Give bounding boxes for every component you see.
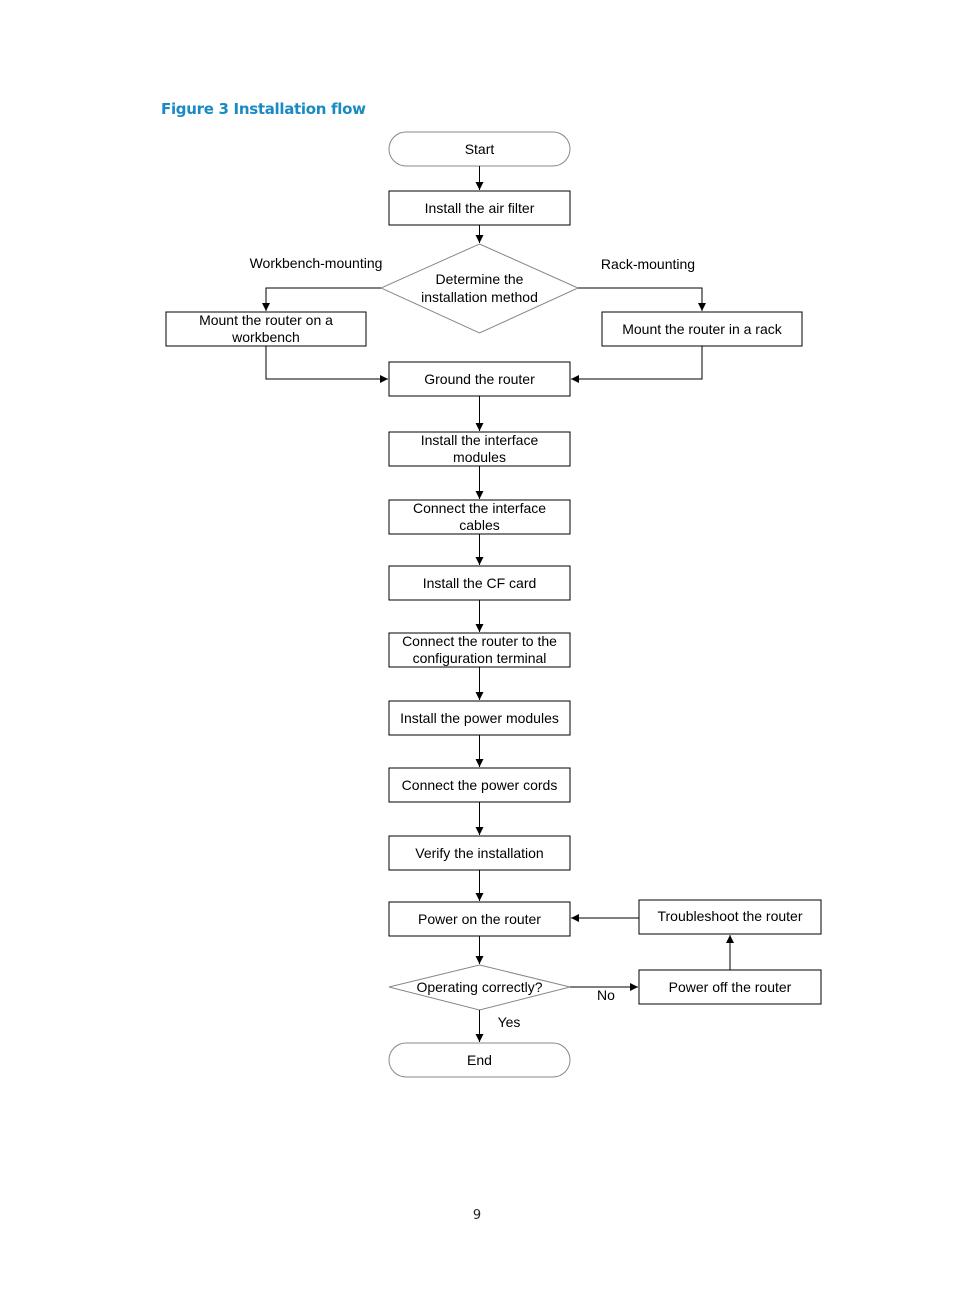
step-mount-workbench: Mount the router on a workbench — [165, 311, 367, 347]
step-label: Install the air filter — [425, 200, 535, 216]
decision-label: Operating correctly? — [416, 979, 542, 995]
decision-label-line1: Determine the — [436, 271, 524, 287]
step-install-air-filter: Install the air filter — [388, 190, 571, 226]
step-connect-config-terminal: Connect the router to the configuration … — [388, 632, 571, 668]
step-connect-power-cords: Connect the power cords — [388, 767, 571, 803]
page-number: 9 — [472, 1208, 482, 1223]
step-label: Install the power modules — [400, 710, 559, 726]
step-install-power-modules: Install the power modules — [388, 700, 571, 736]
step-label-line2: workbench — [231, 329, 300, 345]
step-label: Ground the router — [424, 371, 535, 387]
arrow-workbench-to-ground — [265, 346, 388, 383]
arrow-rack-to-ground — [571, 346, 703, 383]
step-power-on: Power on the router — [388, 901, 571, 937]
step-label-line1: Connect the interface — [413, 500, 546, 516]
step-label-line1: Mount the router on a — [199, 312, 333, 328]
step-label: Power on the router — [418, 911, 541, 927]
step-label-line2: modules — [453, 449, 506, 465]
step-troubleshoot: Troubleshoot the router — [638, 899, 822, 935]
step-power-off: Power off the router — [638, 969, 822, 1005]
branch-label-rack: Rack-mounting — [601, 256, 695, 272]
end-label: End — [467, 1052, 492, 1068]
decision-label-line2: installation method — [421, 289, 538, 305]
branch-label-yes: Yes — [498, 1014, 521, 1030]
step-label: Troubleshoot the router — [657, 908, 802, 924]
step-label: Connect the power cords — [402, 777, 558, 793]
step-label-line2: configuration terminal — [413, 650, 547, 666]
branch-label-no: No — [597, 987, 615, 1003]
arrow-decision-to-rack — [578, 287, 706, 311]
decision-installation-method: Determine the installation method — [379, 243, 580, 334]
step-install-interface-modules: Install the interface modules — [388, 431, 571, 467]
step-connect-interface-cables: Connect the interface cables — [388, 499, 571, 535]
installation-flowchart: Start Install the air filter Determine t… — [165, 131, 822, 1078]
decision-operating-correctly: Operating correctly? — [388, 964, 571, 1011]
start-node: Start — [388, 131, 571, 167]
step-mount-rack: Mount the router in a rack — [601, 311, 803, 347]
step-verify-installation: Verify the installation — [388, 835, 571, 871]
step-label: Power off the router — [669, 979, 792, 995]
branch-label-workbench: Workbench-mounting — [250, 255, 383, 271]
step-install-cf-card: Install the CF card — [388, 565, 571, 601]
step-label: Mount the router in a rack — [622, 321, 783, 337]
step-label: Verify the installation — [415, 845, 543, 861]
arrow-decision-to-workbench — [262, 287, 381, 311]
end-node: End — [388, 1042, 571, 1078]
step-label-line1: Install the interface — [421, 432, 539, 448]
step-ground-router: Ground the router — [388, 361, 571, 397]
step-label: Install the CF card — [423, 575, 537, 591]
step-label-line2: cables — [459, 517, 499, 533]
step-label-line1: Connect the router to the — [402, 633, 557, 649]
start-label: Start — [465, 141, 495, 157]
